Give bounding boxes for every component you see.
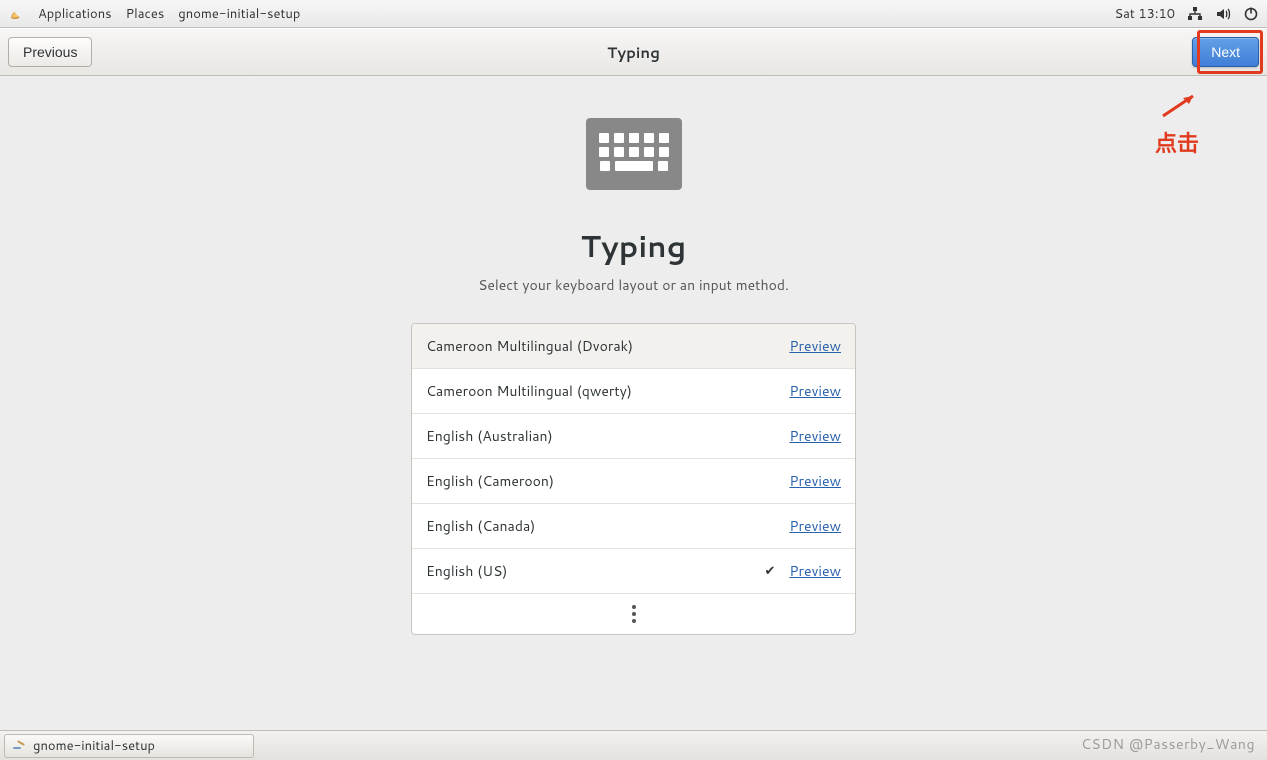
menu-applications[interactable]: Applications bbox=[38, 5, 112, 23]
more-layouts-button[interactable] bbox=[412, 594, 855, 634]
power-icon[interactable] bbox=[1243, 6, 1259, 22]
taskbar: gnome-initial-setup bbox=[0, 730, 1267, 760]
layout-row[interactable]: English (Canada) Preview bbox=[412, 504, 855, 549]
page-title: Typing bbox=[581, 224, 687, 267]
preview-link[interactable]: Preview bbox=[789, 471, 841, 491]
header-bar: Previous Typing Next bbox=[0, 28, 1267, 76]
keyboard-layout-list: Cameroon Multilingual (Dvorak)PreviewCam… bbox=[411, 323, 856, 635]
more-icon bbox=[632, 605, 636, 623]
layout-label: English (Canada) bbox=[426, 516, 535, 536]
layout-label: English (US) bbox=[426, 561, 507, 581]
previous-button[interactable]: Previous bbox=[8, 37, 92, 67]
taskbar-app-button[interactable]: gnome-initial-setup bbox=[4, 734, 254, 758]
layout-label: English (Australian) bbox=[426, 426, 553, 446]
preview-link[interactable]: Preview bbox=[789, 516, 841, 536]
content-area: Typing Select your keyboard layout or an… bbox=[0, 76, 1267, 730]
activities-icon bbox=[8, 6, 24, 22]
keyboard-icon bbox=[586, 118, 682, 190]
layout-label: Cameroon Multilingual (qwerty) bbox=[426, 381, 632, 401]
preview-link[interactable]: Preview bbox=[789, 426, 841, 446]
check-icon: ✔ bbox=[765, 562, 776, 580]
taskbar-app-label: gnome-initial-setup bbox=[33, 737, 155, 755]
menu-places[interactable]: Places bbox=[126, 5, 165, 23]
menu-current-app[interactable]: gnome-initial-setup bbox=[178, 5, 300, 23]
page-subtitle: Select your keyboard layout or an input … bbox=[478, 275, 789, 295]
volume-icon[interactable] bbox=[1215, 6, 1231, 22]
preview-link[interactable]: Preview bbox=[789, 561, 841, 581]
header-title: Typing bbox=[0, 42, 1267, 63]
top-panel: Applications Places gnome-initial-setup … bbox=[0, 0, 1267, 28]
layout-row[interactable]: English (Australian) Preview bbox=[412, 414, 855, 459]
preview-link[interactable]: Preview bbox=[789, 381, 841, 401]
layout-label: English (Cameroon) bbox=[426, 471, 554, 491]
layout-row[interactable]: English (US) ✔ Preview bbox=[412, 549, 855, 594]
clock[interactable]: Sat 13:10 bbox=[1114, 5, 1175, 23]
network-icon[interactable] bbox=[1187, 6, 1203, 22]
layout-row[interactable]: Cameroon Multilingual (Dvorak) Preview bbox=[412, 324, 855, 369]
layout-label: Cameroon Multilingual (Dvorak) bbox=[426, 336, 633, 356]
layout-row[interactable]: English (Cameroon) Preview bbox=[412, 459, 855, 504]
preview-link[interactable]: Preview bbox=[789, 336, 841, 356]
watermark: CSDN @Passerby_Wang bbox=[1081, 734, 1255, 754]
layout-row[interactable]: Cameroon Multilingual (qwerty) Preview bbox=[412, 369, 855, 414]
preferences-icon bbox=[11, 738, 27, 754]
next-button[interactable]: Next bbox=[1192, 37, 1259, 67]
